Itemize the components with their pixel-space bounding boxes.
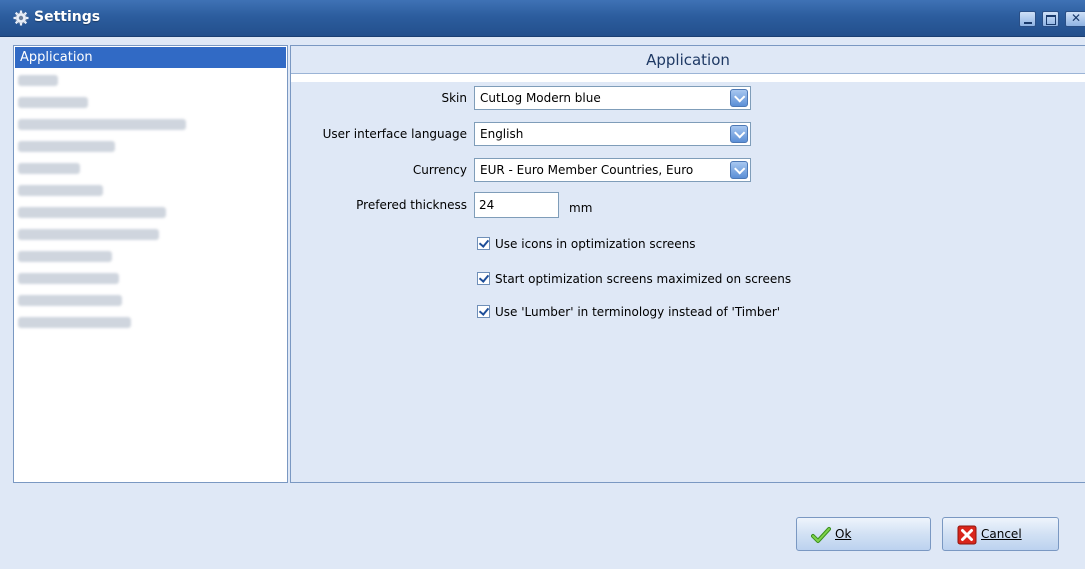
sidebar-item-blurred[interactable] (18, 97, 88, 108)
chevron-down-icon[interactable] (730, 125, 748, 143)
checkbox-use-icons-label: Use icons in optimization screens (495, 237, 696, 251)
check-icon[interactable] (477, 272, 490, 285)
currency-label: Currency (412, 163, 467, 177)
settings-category-list[interactable]: Application (13, 45, 288, 483)
sidebar-item-blurred[interactable] (18, 317, 131, 328)
check-icon[interactable] (477, 305, 490, 318)
language-select[interactable]: English (474, 122, 751, 146)
chevron-down-icon[interactable] (730, 161, 748, 179)
sidebar-item-blurred[interactable] (18, 295, 122, 306)
checkbox-lumber-terminology-label: Use 'Lumber' in terminology instead of '… (495, 305, 781, 319)
checkbox-start-maximized-label: Start optimization screens maximized on … (495, 272, 792, 286)
thickness-unit: mm (569, 201, 593, 215)
cancel-label: Cancel (981, 527, 1022, 541)
close-icon (957, 525, 977, 545)
ok-label: Ok (835, 527, 852, 541)
skin-label: Skin (441, 91, 467, 105)
check-icon[interactable] (477, 237, 490, 250)
sidebar-item-blurred[interactable] (18, 251, 112, 262)
sidebar-item-blurred[interactable] (18, 119, 186, 130)
close-button[interactable] (1065, 11, 1085, 27)
settings-panel: Application Skin CutLog Modern blue User… (290, 45, 1085, 483)
sidebar-item-blurred[interactable] (18, 185, 103, 196)
panel-title: Application (291, 46, 1085, 74)
cancel-button[interactable]: Cancel (942, 517, 1059, 551)
chevron-down-icon[interactable] (730, 89, 748, 107)
window-title: Settings (34, 9, 101, 25)
title-bar[interactable]: Settings (0, 0, 1085, 37)
skin-select[interactable]: CutLog Modern blue (474, 86, 751, 110)
thickness-label: Prefered thickness (356, 198, 467, 212)
sidebar-item-blurred[interactable] (18, 141, 115, 152)
thickness-input[interactable] (474, 192, 559, 218)
currency-value: EUR - Euro Member Countries, Euro (480, 163, 694, 177)
sidebar-item-application[interactable]: Application (15, 47, 286, 68)
sidebar-item-blurred[interactable] (18, 229, 159, 240)
sidebar-item-blurred[interactable] (18, 207, 166, 218)
currency-select[interactable]: EUR - Euro Member Countries, Euro (474, 158, 751, 182)
sidebar-item-blurred[interactable] (18, 163, 80, 174)
gear-icon (13, 10, 29, 26)
maximize-button[interactable] (1042, 11, 1059, 27)
sidebar-item-blurred[interactable] (18, 75, 58, 86)
dialog-footer: Ok Cancel (13, 487, 1085, 569)
sidebar-item-blurred[interactable] (18, 273, 119, 284)
language-label: User interface language (322, 127, 467, 141)
language-value: English (480, 127, 524, 141)
panel-body: Skin CutLog Modern blue User interface l… (291, 82, 1085, 482)
checkmark-icon (811, 527, 831, 543)
minimize-button[interactable] (1019, 11, 1036, 27)
ok-button[interactable]: Ok (796, 517, 931, 551)
skin-value: CutLog Modern blue (480, 91, 601, 105)
